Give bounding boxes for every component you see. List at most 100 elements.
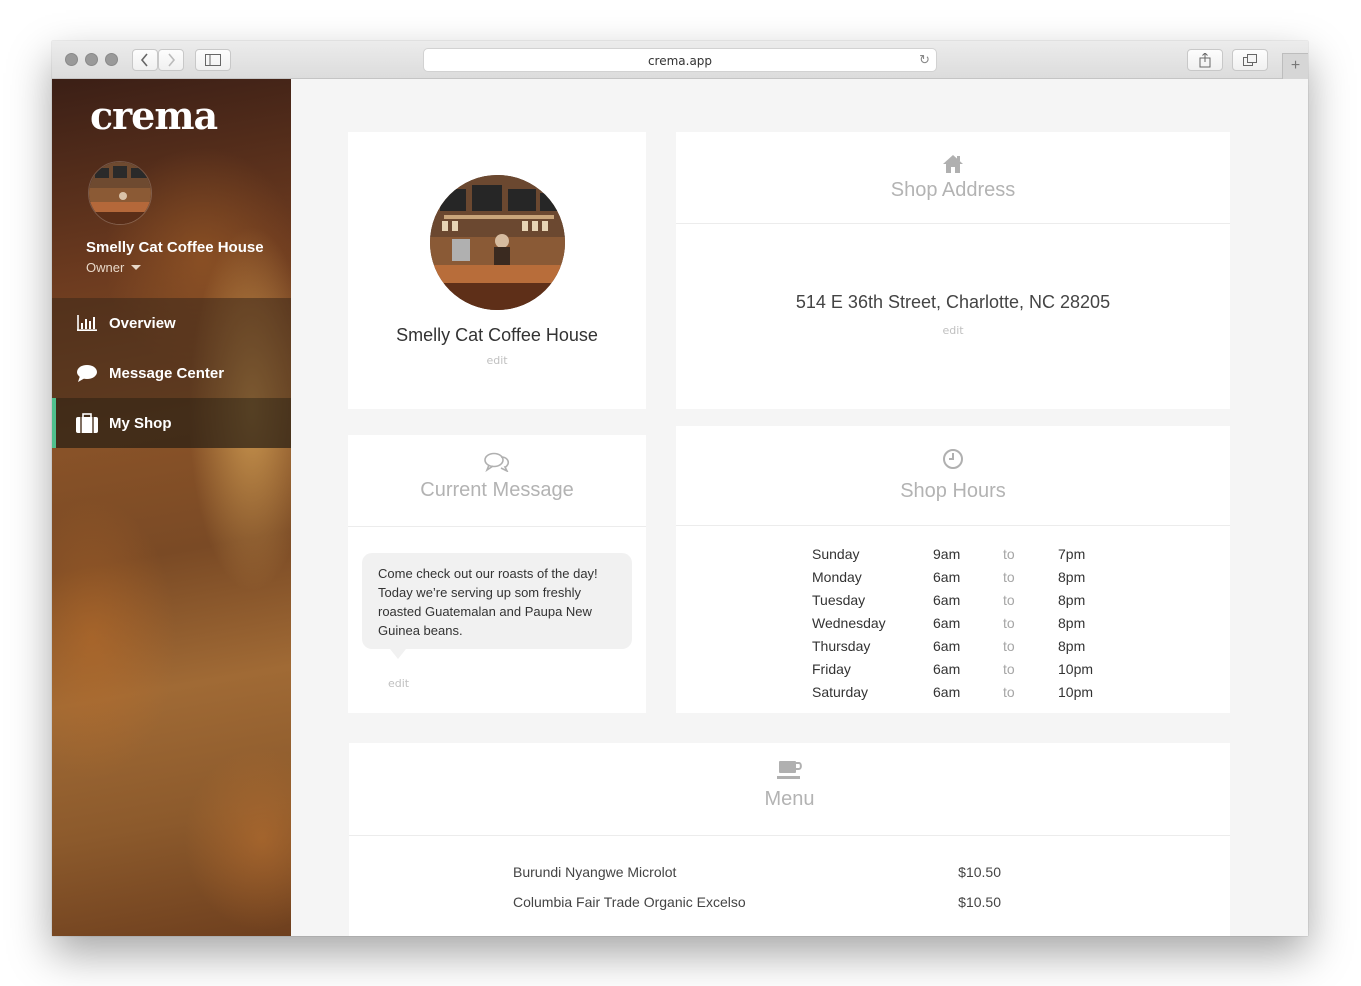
address-bar[interactable]: crema.app ↻ — [423, 48, 937, 72]
role-dropdown[interactable]: Owner — [86, 260, 142, 275]
menu-item-price: $10.50 — [958, 864, 1001, 880]
shop-name: Smelly Cat Coffee House — [396, 325, 598, 345]
coffee-cup-icon — [776, 761, 802, 779]
sidebar-item-label: My Shop — [109, 414, 172, 432]
crema-logo[interactable]: crema — [90, 93, 218, 138]
shop-address-card: Shop Address 514 E 36th Street, Charlott… — [676, 132, 1230, 409]
hours-day: Tuesday — [812, 591, 866, 608]
card-title: Shop Address — [890, 179, 1016, 201]
browser-toolbar: crema.app ↻ + — [52, 41, 1308, 79]
hours-close-time: 10pm — [1058, 660, 1094, 677]
tabs-icon — [1243, 54, 1257, 66]
hours-day: Monday — [812, 568, 862, 585]
hours-row: Tuesday 6am to 8pm — [812, 588, 1118, 611]
edit-message-link[interactable]: edit — [388, 677, 409, 690]
close-window-button[interactable] — [65, 53, 78, 66]
hours-row: Wednesday 6am to 8pm — [812, 611, 1118, 634]
message-bubble: Come check out our roasts of the day! To… — [362, 553, 632, 649]
url-text: crema.app — [647, 54, 713, 68]
new-tab-button[interactable]: + — [1282, 53, 1308, 79]
hours-close-time: 8pm — [1058, 614, 1086, 631]
hours-open-time: 6am — [933, 568, 961, 585]
shop-profile-card: Smelly Cat Coffee House edit — [348, 132, 646, 409]
card-title: Current Message — [420, 479, 574, 501]
hours-day: Wednesday — [812, 614, 886, 631]
coffee-shop-photo — [89, 162, 151, 224]
current-message-card: Current Message Come check out our roast… — [348, 435, 646, 713]
sidebar-item-my-shop[interactable]: My Shop — [52, 398, 291, 448]
briefcase-icon — [76, 412, 98, 434]
hours-open-time: 9am — [933, 545, 961, 562]
sidebar-item-message-center[interactable]: Message Center — [52, 348, 291, 398]
home-icon — [943, 155, 963, 173]
hours-separator: to — [1003, 591, 1015, 608]
clock-icon — [943, 449, 963, 469]
sidebar-toggle-button[interactable] — [195, 49, 231, 71]
zoom-window-button[interactable] — [105, 53, 118, 66]
edit-address-link[interactable]: edit — [676, 324, 1230, 337]
bar-chart-icon — [76, 312, 98, 334]
edit-shop-name-link[interactable]: edit — [348, 354, 646, 367]
hours-separator: to — [1003, 568, 1015, 585]
sidebar-icon — [205, 54, 221, 66]
shop-name-label: Smelly Cat Coffee House — [86, 239, 264, 256]
hours-row: Friday 6am to 10pm — [812, 657, 1118, 680]
hours-open-time: 6am — [933, 591, 961, 608]
speech-bubble-icon — [76, 362, 98, 384]
menu-item-name: Burundi Nyangwe Microlot — [513, 864, 677, 880]
hours-row: Saturday 6am to 10pm — [812, 680, 1118, 703]
card-title: Menu — [764, 788, 815, 810]
hours-open-time: 6am — [933, 637, 961, 654]
hours-row: Monday 6am to 8pm — [812, 565, 1118, 588]
main-content: Smelly Cat Coffee House edit Shop Addres… — [291, 79, 1308, 936]
share-icon — [1199, 52, 1211, 67]
role-label: Owner — [86, 260, 125, 275]
chevron-left-icon — [140, 53, 148, 67]
sidebar-item-label: Message Center — [109, 364, 225, 382]
chat-bubbles-icon — [484, 452, 510, 472]
menu-item-name: Columbia Fair Trade Organic Excelso — [513, 894, 746, 910]
tabs-overview-button[interactable] — [1232, 49, 1268, 71]
menu-item[interactable]: Burundi Nyangwe Microlot $10.50 — [513, 864, 1001, 880]
hours-day: Sunday — [812, 545, 860, 562]
hours-row: Thursday 6am to 8pm — [812, 634, 1118, 657]
hours-separator: to — [1003, 614, 1015, 631]
hours-close-time: 8pm — [1058, 591, 1086, 608]
reload-icon[interactable]: ↻ — [919, 49, 930, 73]
hours-day: Saturday — [812, 683, 869, 700]
hours-open-time: 6am — [933, 660, 961, 677]
hours-day: Thursday — [812, 637, 871, 654]
hours-close-time: 10pm — [1058, 683, 1094, 700]
menu-card: Menu Burundi Nyangwe Microlot $10.50 Col… — [349, 743, 1230, 936]
menu-item-price: $10.50 — [958, 894, 1001, 910]
hours-separator: to — [1003, 637, 1015, 654]
share-button[interactable] — [1187, 49, 1223, 71]
hours-open-time: 6am — [933, 683, 961, 700]
chevron-right-icon — [168, 53, 176, 67]
minimize-window-button[interactable] — [85, 53, 98, 66]
hours-close-time: 8pm — [1058, 637, 1086, 654]
card-header: Current Message — [348, 435, 646, 527]
menu-item[interactable]: Columbia Fair Trade Organic Excelso $10.… — [513, 894, 1001, 910]
hours-separator: to — [1003, 545, 1015, 562]
card-header: Shop Hours — [676, 426, 1230, 526]
shop-photo[interactable] — [430, 175, 565, 310]
browser-window: crema.app ↻ + crema Smelly Cat Coffee Ho… — [52, 41, 1308, 936]
avatar[interactable] — [88, 161, 152, 225]
hours-open-time: 6am — [933, 614, 961, 631]
hours-separator: to — [1003, 660, 1015, 677]
card-header: Menu — [349, 743, 1230, 836]
sidebar-item-label: Overview — [109, 314, 176, 332]
card-title: Shop Hours — [900, 480, 1006, 502]
forward-button[interactable] — [158, 49, 184, 71]
hours-row: Sunday 9am to 7pm — [812, 542, 1118, 565]
sidebar-nav: Overview Message Center My Shop — [52, 298, 291, 448]
sidebar-item-overview[interactable]: Overview — [52, 298, 291, 348]
back-button[interactable] — [132, 49, 158, 71]
address-value: 514 E 36th Street, Charlotte, NC 28205 — [795, 292, 1111, 312]
hours-close-time: 7pm — [1058, 545, 1086, 562]
hours-day: Friday — [812, 660, 851, 677]
hours-separator: to — [1003, 683, 1015, 700]
message-text: Come check out our roasts of the day! To… — [378, 566, 598, 638]
sidebar: crema Smelly Cat Coffee House Owner Over… — [52, 79, 291, 936]
